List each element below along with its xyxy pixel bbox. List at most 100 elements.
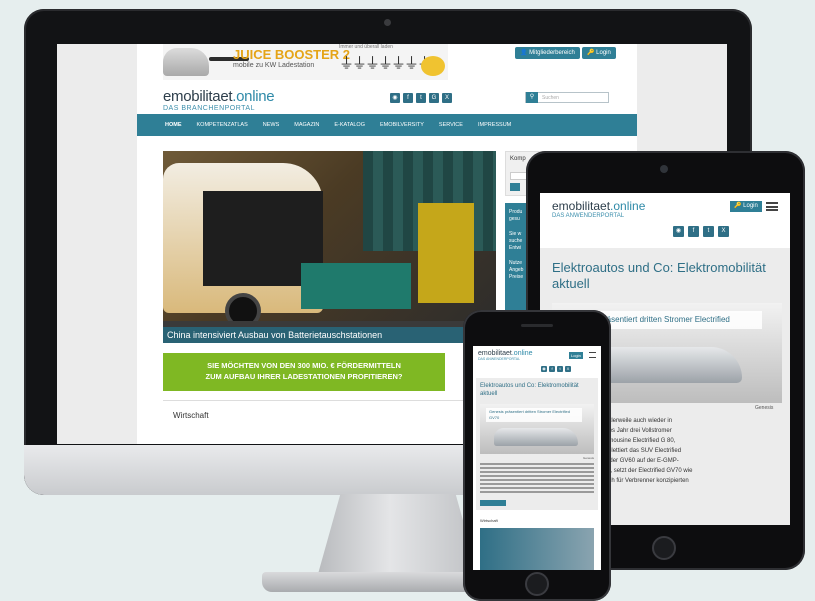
tablet-logo[interactable]: emobilitaet.online DAS ANWENDERPORTAL [552,199,645,219]
googleplus-icon[interactable]: G [429,93,439,103]
members-area-label: Mitgliederbereich [529,50,575,56]
banner-car-image [163,48,209,76]
image-credit: Genesis [755,405,774,411]
key-icon: 🔑 [587,50,595,56]
facebook-icon[interactable]: f [403,93,413,103]
rss-icon[interactable]: ◉ [390,93,400,103]
facebook-icon[interactable]: f [549,366,555,372]
section-title: Wirtschaft [173,411,209,420]
logo-brand: emobilitaet [478,350,512,357]
key-icon: 🔑 [734,203,742,209]
members-area-button[interactable]: 👤 Mitgliederbereich [515,47,580,59]
cta-line-1: SIE MÖCHTEN VON DEN 300 MIO. € FÖRDERMIT… [207,361,401,370]
nav-item-news[interactable]: NEWS [263,114,280,136]
search-input[interactable]: ⚲ Suchen [525,92,609,103]
logo-brand: emobilitaet [163,88,233,105]
phone-home-button [525,572,549,596]
banner-plugs-icon: ⏚⏚⏚⏚⏚⏚⏚ [339,55,432,72]
logo-tagline: DAS BRANCHENPORTAL [163,105,255,112]
sidebar-search-button[interactable] [510,183,520,191]
hamburger-menu-icon[interactable] [589,352,596,358]
phone-image-caption: Genesis präsentiert dritten Stromer Elec… [486,408,582,422]
banner-brand-logo [421,56,445,76]
phone-logo[interactable]: emobilitaet.online DAS ANWENDERPORTAL [478,350,533,361]
phone-article-text [480,463,594,495]
nav-item-home[interactable]: HOME [165,114,182,136]
panel-line: Produ [509,209,523,215]
twitter-icon[interactable]: t [557,366,563,372]
logo-tld: .online [232,88,275,105]
search-icon[interactable]: ⚲ [526,92,538,103]
login-label: Login [571,353,581,358]
read-more-button[interactable] [480,500,506,506]
phone-article-area: Elektroautos und Co: Elektromobilität ak… [476,378,598,510]
panel-line: Angeb [509,267,524,273]
logo-tagline: DAS ANWENDERPORTAL [552,213,625,219]
hero-caption[interactable]: China intensiviert Ausbau von Batterieta… [163,327,496,343]
hero-cart [418,203,474,303]
nav-item-impressum[interactable]: IMPRESSUM [478,114,511,136]
search-placeholder: Suchen [542,95,559,101]
image-credit: Genesis [583,456,595,460]
tablet-headline[interactable]: Elektroautos und Co: Elektromobilität ak… [552,260,782,292]
phone-screen: emobilitaet.online DAS ANWENDERPORTAL Lo… [473,346,601,570]
nav-item-kompetenzatlas[interactable]: KOMPETENZATLAS [197,114,248,136]
nav-item-e-katalog[interactable]: E-KATALOG [334,114,365,136]
ad-banner[interactable]: JUICE BOOSTER 2 mobile zu KW Ladestation… [163,44,448,80]
xing-icon[interactable]: X [565,366,571,372]
panel-line: suche [509,238,523,244]
phone-device: emobilitaet.online DAS ANWENDERPORTAL Lo… [463,310,611,601]
logo-tld: .online [610,199,646,213]
nav-item-emobilversity[interactable]: EMOBILVERSITY [380,114,424,136]
xing-icon[interactable]: X [442,93,452,103]
banner-title: JUICE BOOSTER 2 [233,47,351,62]
rss-icon[interactable]: ◉ [541,366,547,372]
car-image [494,428,578,446]
panel-line: Nutze [509,260,523,266]
tablet-login-button[interactable]: 🔑 Login [730,201,762,212]
phone-section-wirtschaft: Wirtschaft [476,516,598,570]
panel-line: Sie w [509,231,522,237]
banner-subtitle: mobile zu KW Ladestation [233,62,315,69]
panel-line: gesu [509,216,520,222]
section-title: Wirtschaft [480,518,498,523]
twitter-icon[interactable]: t [703,226,714,237]
banner-tagline: Immer und überall laden [339,44,393,50]
nav-item-magazin[interactable]: MAGAZIN [294,114,319,136]
phone-article-image[interactable]: Genesis präsentiert dritten Stromer Elec… [480,404,594,454]
cta-line-2: ZUM AUFBAU IHRER LADESTATIONEN PROFITIER… [205,372,403,381]
nav-item-service[interactable]: SERVICE [439,114,463,136]
login-label: Login [743,203,758,209]
logo-tagline: DAS ANWENDERPORTAL [478,357,521,361]
tablet-social-links: ◉ f t X [673,226,729,237]
twitter-icon[interactable]: t [416,93,426,103]
xing-icon[interactable]: X [718,226,729,237]
tablet-home-button [652,536,676,560]
main-navigation: HOME KOMPETENZATLAS NEWS MAGAZIN E-KATAL… [137,114,637,136]
rss-icon[interactable]: ◉ [673,226,684,237]
funding-cta-banner[interactable]: SIE MÖCHTEN VON DEN 300 MIO. € FÖRDERMIT… [163,353,445,391]
logo-tld: .online [511,350,533,357]
phone-login-button[interactable]: Login [569,352,583,359]
hero-battery [301,263,411,309]
user-icon: 👤 [520,50,528,56]
hero-slider[interactable]: China intensiviert Ausbau von Batterieta… [163,151,496,343]
monitor-stand [318,494,478,574]
section-image[interactable] [480,528,594,570]
camera-dot [384,19,391,26]
sidebar-widget-title: Komp [510,156,526,162]
section-wirtschaft: Wirtschaft [163,400,496,444]
facebook-icon[interactable]: f [688,226,699,237]
logo-brand: emobilitaet [552,199,611,213]
phone-headline[interactable]: Elektroautos und Co: Elektromobilität ak… [480,382,594,398]
panel-line: Entwi [509,245,522,251]
login-button[interactable]: 🔑 Login [582,47,616,59]
social-links: ◉ f t G X [390,93,452,103]
phone-speaker [521,324,553,327]
panel-line: Preise [509,274,524,280]
site-logo[interactable]: emobilitaet.online DAS BRANCHENPORTAL [163,88,275,112]
tablet-camera [660,165,668,173]
hamburger-menu-icon[interactable] [766,202,778,211]
login-label: Login [596,50,611,56]
phone-social-links: ◉ f t X [541,366,571,372]
